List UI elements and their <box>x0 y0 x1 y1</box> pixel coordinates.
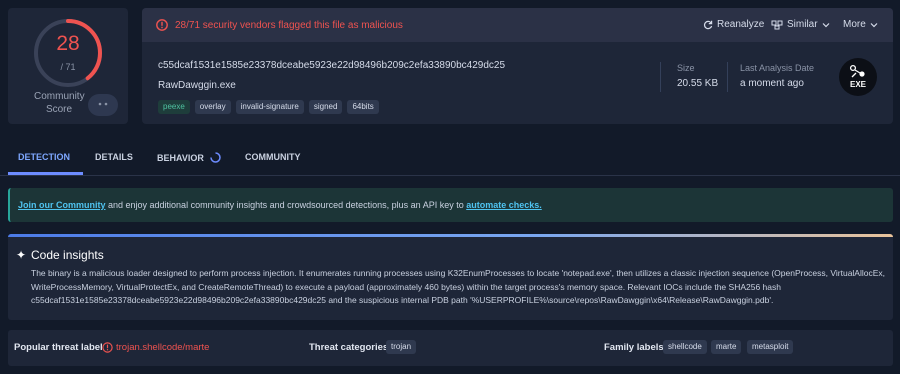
file-tag[interactable]: overlay <box>194 100 231 114</box>
threat-categories-label: Threat categories <box>309 342 389 353</box>
similar-icon <box>771 20 783 29</box>
chevron-down-icon <box>870 22 878 27</box>
threat-label-bar: Popular threat label trojan.shellcode/ma… <box>8 330 893 366</box>
popular-threat-label: Popular threat label <box>14 342 103 353</box>
similar-label: Similar <box>787 19 818 30</box>
community-score-card: 28 / 71 Community Score <box>8 8 128 124</box>
community-banner: Join our Community and enjoy additional … <box>8 188 893 222</box>
family-label-tag[interactable]: metasploit <box>747 340 794 354</box>
community-score-label: Community Score <box>34 91 85 115</box>
refresh-icon <box>703 20 713 29</box>
face-icon <box>98 102 108 106</box>
last-analysis-label: Last Analysis Date <box>740 63 815 73</box>
popular-threat-value[interactable]: trojan.shellcode/marte <box>116 342 209 353</box>
tab-details[interactable]: DETAILS <box>95 152 133 162</box>
tab-behavior-label: BEHAVIOR <box>157 152 204 163</box>
loading-spinner-icon <box>210 152 221 163</box>
automate-checks-link[interactable]: automate checks. <box>466 200 542 210</box>
tab-community[interactable]: COMMUNITY <box>245 152 301 162</box>
file-tag[interactable]: 64bits <box>347 100 379 114</box>
file-tag[interactable]: invalid-signature <box>235 100 304 114</box>
more-button[interactable]: More <box>843 19 878 30</box>
tab-behavior[interactable]: BEHAVIOR <box>157 152 221 163</box>
tab-details-label: DETAILS <box>95 152 133 162</box>
alert-text: 28/71 security vendors flagged this file… <box>175 20 403 31</box>
file-summary-card: 28/71 security vendors flagged this file… <box>142 8 893 124</box>
active-tab-indicator <box>8 172 83 175</box>
last-analysis-value: a moment ago <box>740 78 804 89</box>
threat-category-tag[interactable]: trojan <box>386 340 417 354</box>
insights-title: Code insights <box>31 248 104 262</box>
tab-detection-label: DETECTION <box>18 152 71 162</box>
detection-total: / 71 <box>60 62 76 72</box>
alert-bar: 28/71 security vendors flagged this file… <box>142 8 893 42</box>
divider <box>727 62 728 92</box>
tab-bar: DETECTION DETAILS BEHAVIOR COMMUNITY <box>0 138 900 176</box>
banner-middle-text: and enjoy additional community insights … <box>105 200 467 210</box>
family-label-tag[interactable]: marte <box>711 340 742 354</box>
code-insights-panel: ✦ Code insights The binary is a maliciou… <box>8 234 893 320</box>
size-label: Size <box>677 63 695 73</box>
detection-count: 28 <box>56 32 80 55</box>
tab-community-label: COMMUNITY <box>245 152 301 162</box>
more-label: More <box>843 19 866 30</box>
community-vote-button[interactable] <box>88 94 118 116</box>
warning-icon <box>102 342 113 353</box>
file-tag[interactable]: peexe <box>158 100 190 114</box>
file-tag[interactable]: signed <box>308 100 343 114</box>
file-tags: peexe overlay invalid-signature signed 6… <box>158 100 379 114</box>
file-type-label: EXE <box>849 80 866 89</box>
family-labels-label: Family labels <box>604 342 664 353</box>
file-type-badge: EXE <box>839 58 877 96</box>
chevron-down-icon <box>822 22 829 27</box>
insights-body: The binary is a malicious loader designe… <box>31 268 886 305</box>
sparkle-icon: ✦ <box>16 248 27 262</box>
file-hash[interactable]: c55dcaf1531e1585e23378dceabe5923e22d9849… <box>158 60 505 71</box>
size-value: 20.55 KB <box>677 78 719 89</box>
divider <box>660 62 661 92</box>
executable-icon <box>849 64 865 78</box>
similar-button[interactable]: Similar <box>771 19 830 30</box>
family-label-tag[interactable]: shellcode <box>663 340 707 354</box>
warning-icon <box>156 19 168 31</box>
banner-text: Join our Community and enjoy additional … <box>18 200 542 210</box>
reanalyze-label: Reanalyze <box>717 19 765 30</box>
join-community-link[interactable]: Join our Community <box>18 200 106 210</box>
file-name: RawDawggin.exe <box>158 80 236 91</box>
insights-accent-bar <box>8 234 893 237</box>
reanalyze-button[interactable]: Reanalyze <box>703 19 764 30</box>
tab-detection[interactable]: DETECTION <box>18 152 70 162</box>
